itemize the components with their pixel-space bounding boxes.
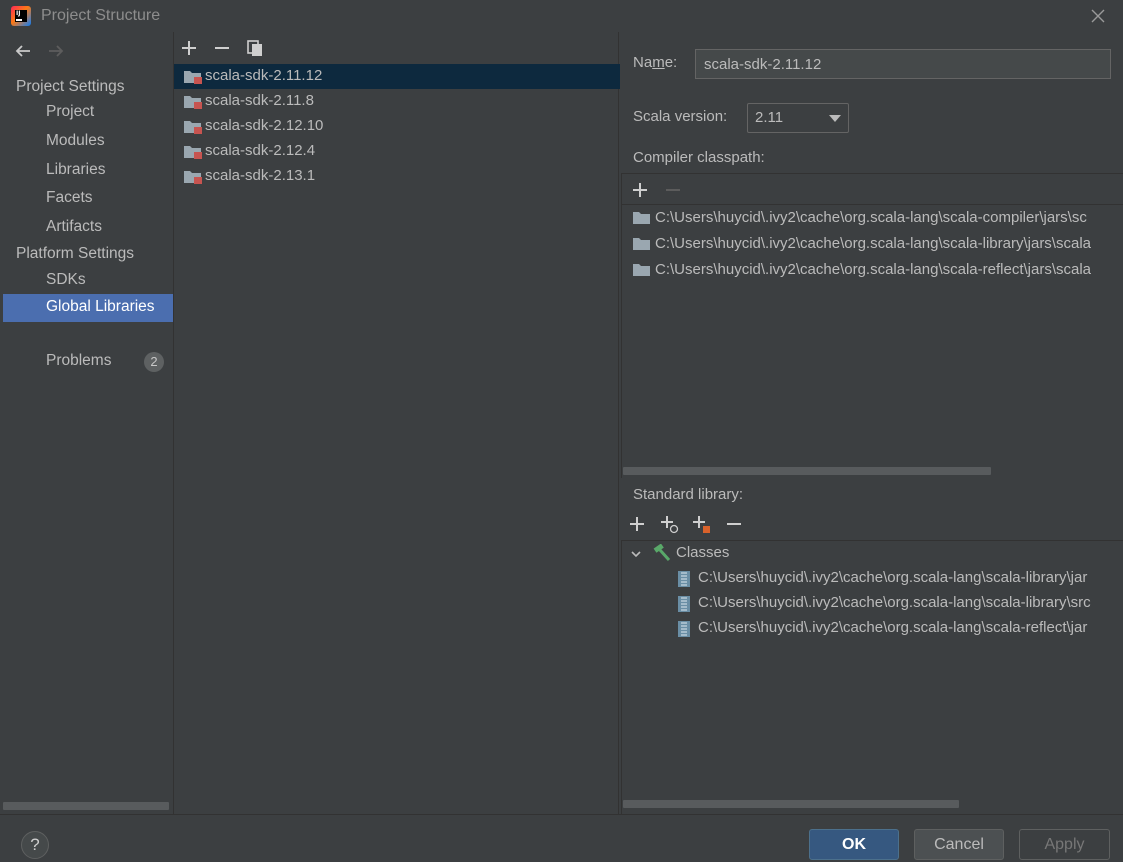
nav-item-libraries[interactable]: Libraries (3, 157, 173, 185)
plus-icon[interactable] (627, 514, 647, 534)
intellij-icon: IJ (11, 6, 31, 26)
plus-icon[interactable] (630, 180, 650, 200)
title-bar: IJ Project Structure (0, 0, 1123, 32)
library-item[interactable]: scala-sdk-2.12.10 (174, 114, 620, 139)
classpath-path: C:\Users\huycid\.ivy2\cache\org.scala-la… (655, 261, 1092, 278)
jar-icon (678, 571, 690, 587)
library-item-label: scala-sdk-2.11.12 (205, 67, 323, 84)
arrow-right-icon[interactable] (45, 40, 67, 62)
standard-library-label: Standard library: (633, 486, 744, 503)
scala-version-dropdown[interactable]: 2.11 (747, 103, 849, 133)
scala-version-label: Scala version: (633, 108, 728, 125)
global-libraries-list-panel: scala-sdk-2.11.12 scala-sdk-2.11.8 scala… (173, 32, 620, 814)
library-item[interactable]: scala-sdk-2.13.1 (174, 164, 620, 189)
project-settings-heading: Project Settings (16, 78, 125, 95)
folder-icon (184, 71, 202, 84)
nav-item-project[interactable]: Project (3, 99, 173, 127)
compiler-classpath-box: C:\Users\huycid\.ivy2\cache\org.scala-la… (621, 173, 1123, 479)
nav-item-label: Global Libraries (46, 298, 155, 315)
compiler-classpath-label: Compiler classpath: (633, 149, 765, 166)
folder-icon (633, 264, 650, 276)
library-item[interactable]: scala-sdk-2.11.8 (174, 89, 620, 114)
cancel-button[interactable]: Cancel (914, 829, 1004, 860)
problems-count-badge: 2 (144, 352, 164, 372)
nav-item-global-libraries[interactable]: Global Libraries (3, 294, 173, 322)
name-field[interactable] (695, 49, 1111, 79)
folder-icon (184, 96, 202, 109)
library-item-label: scala-sdk-2.13.1 (205, 167, 316, 184)
folder-icon (633, 212, 650, 224)
folder-icon (184, 171, 202, 184)
library-item-label: scala-sdk-2.11.8 (205, 92, 314, 109)
plus-icon[interactable] (179, 38, 199, 58)
classpath-path: C:\Users\huycid\.ivy2\cache\org.scala-la… (655, 209, 1087, 226)
add-jar-icon[interactable] (691, 514, 711, 534)
folder-icon (184, 146, 202, 159)
classpath-item[interactable]: C:\Users\huycid\.ivy2\cache\org.scala-la… (622, 232, 1123, 258)
apply-button[interactable]: Apply (1019, 829, 1110, 860)
scala-version-value: 2.11 (755, 109, 784, 126)
classpath-item[interactable]: C:\Users\huycid\.ivy2\cache\org.scala-la… (622, 206, 1123, 232)
close-icon[interactable] (1087, 5, 1109, 27)
window-title: Project Structure (41, 7, 161, 24)
nav-item-label: Modules (46, 132, 105, 149)
settings-nav: Project Settings Project Modules Librari… (3, 32, 173, 814)
add-url-icon[interactable] (659, 514, 679, 534)
library-detail-panel: Name: Scala version: 2.11 Compiler class… (620, 32, 1123, 814)
class-root-item[interactable]: C:\Users\huycid\.ivy2\cache\org.scala-la… (622, 566, 1123, 591)
folder-icon (633, 238, 650, 250)
nav-item-label: Facets (46, 189, 93, 206)
classes-label: Classes (676, 544, 730, 561)
class-root-item[interactable]: C:\Users\huycid\.ivy2\cache\org.scala-la… (622, 616, 1123, 641)
library-item-label: scala-sdk-2.12.4 (205, 142, 316, 159)
nav-item-artifacts[interactable]: Artifacts (3, 214, 173, 242)
class-path: C:\Users\huycid\.ivy2\cache\org.scala-la… (698, 569, 1088, 586)
chevron-down-icon (829, 115, 841, 122)
classpath-path: C:\Users\huycid\.ivy2\cache\org.scala-la… (655, 235, 1091, 252)
class-root-item[interactable]: C:\Users\huycid\.ivy2\cache\org.scala-la… (622, 591, 1123, 616)
jar-icon (678, 596, 690, 612)
nav-item-modules[interactable]: Modules (3, 128, 173, 156)
classpath-scrollbar[interactable] (623, 467, 991, 475)
class-path: C:\Users\huycid\.ivy2\cache\org.scala-la… (698, 619, 1088, 636)
nav-item-label: Project (46, 103, 95, 120)
nav-item-problems[interactable]: Problems 2 (3, 348, 173, 376)
tree-node-classes[interactable]: Classes (622, 541, 1123, 566)
library-item[interactable]: scala-sdk-2.11.12 (174, 64, 620, 89)
chevron-down-icon[interactable] (630, 548, 642, 560)
jar-icon (678, 621, 690, 637)
library-item-label: scala-sdk-2.12.10 (205, 117, 324, 134)
nav-item-sdks[interactable]: SDKs (3, 267, 173, 295)
nav-item-label: Artifacts (46, 218, 102, 235)
library-item[interactable]: scala-sdk-2.12.4 (174, 139, 620, 164)
ok-button[interactable]: OK (809, 829, 899, 860)
copy-icon[interactable] (245, 38, 265, 58)
minus-icon[interactable] (724, 514, 744, 534)
help-button[interactable]: ? (21, 831, 49, 859)
classpath-list: C:\Users\huycid\.ivy2\cache\org.scala-la… (622, 204, 1123, 479)
platform-settings-heading: Platform Settings (16, 245, 135, 262)
nav-item-label: SDKs (46, 271, 86, 288)
nav-item-facets[interactable]: Facets (3, 185, 173, 213)
classpath-toolbar (622, 174, 1123, 204)
standard-library-scrollbar[interactable] (623, 800, 959, 808)
name-label: Name: (633, 54, 678, 71)
standard-library-tree: Classes C:\Users\huycid\.ivy2\cache\org.… (621, 540, 1123, 814)
nav-item-label: Problems (46, 352, 112, 369)
dialog-footer: ? OK Cancel Apply (0, 814, 1123, 862)
class-path: C:\Users\huycid\.ivy2\cache\org.scala-la… (698, 594, 1091, 611)
minus-icon[interactable] (212, 38, 232, 58)
nav-scrollbar[interactable] (3, 802, 169, 810)
hammer-icon (653, 544, 671, 562)
arrow-left-icon[interactable] (13, 40, 35, 62)
classpath-item[interactable]: C:\Users\huycid\.ivy2\cache\org.scala-la… (622, 258, 1123, 284)
folder-icon (184, 121, 202, 134)
nav-item-label: Libraries (46, 161, 106, 178)
minus-icon (666, 189, 680, 191)
